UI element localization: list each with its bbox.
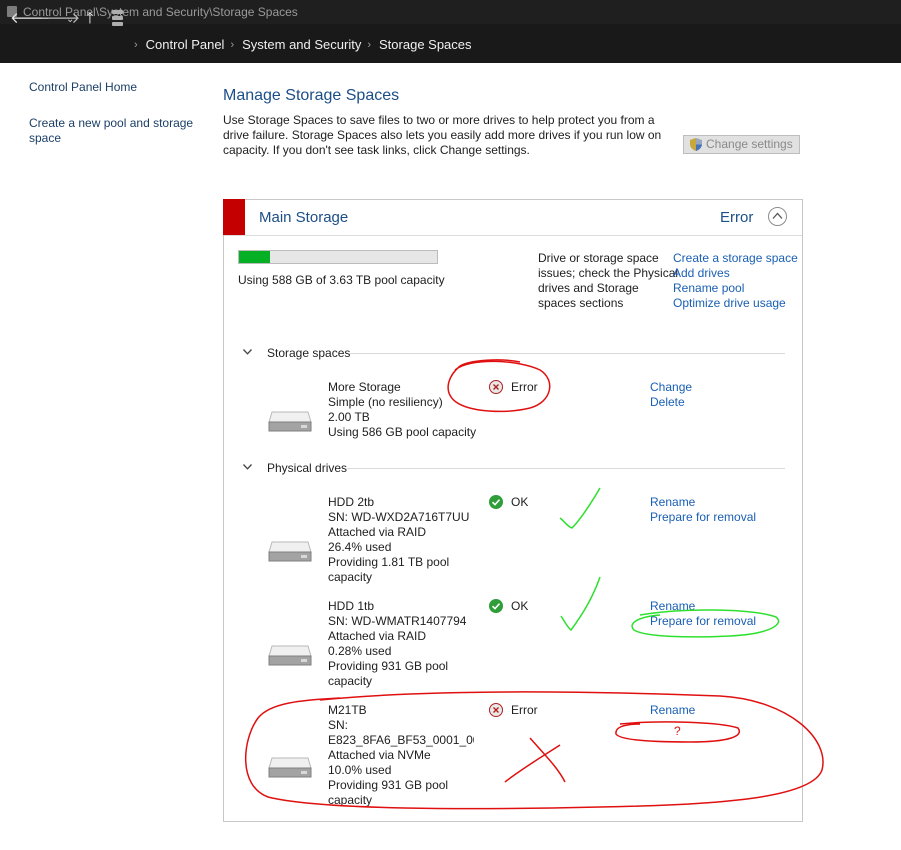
pool-warning: Drive or storage space issues; check the… [538, 251, 679, 310]
drive-used: 26.4% used [328, 540, 392, 554]
storage-spaces-icon [112, 10, 123, 27]
sidebar-item-control-panel-home[interactable]: Control Panel Home [29, 80, 137, 95]
error-icon [489, 380, 503, 394]
drive-serial: SN: WD-WXD2A716T7UU [328, 510, 470, 524]
drive-attachment: Attached via RAID [328, 629, 427, 643]
breadcrumb-system-and-security[interactable]: System and Security [242, 37, 361, 52]
drive-icon [268, 645, 312, 666]
pool-header-divider [224, 235, 802, 236]
pool-tasks: Create a storage space Add drives Rename… [673, 251, 798, 311]
error-icon [489, 703, 503, 717]
page-title: Manage Storage Spaces [223, 87, 400, 104]
drive-used: 10.0% used [328, 763, 392, 777]
drive-icon [268, 757, 312, 778]
drive-serial: SN: WD-WMATR1407794 [328, 614, 467, 628]
delete-link[interactable]: Delete [650, 395, 692, 410]
drive-icon [268, 541, 312, 562]
storage-spaces-header: Storage spaces [267, 346, 351, 360]
drive-attachment: Attached via NVMe [328, 748, 431, 762]
pool-status: Error [720, 209, 754, 226]
breadcrumb-control-panel[interactable]: Control Panel [146, 37, 225, 52]
uac-shield-icon [690, 138, 702, 151]
chevron-down-icon[interactable] [243, 464, 252, 470]
drive-actions: Rename [650, 703, 695, 718]
pool-usage-bar [238, 250, 438, 264]
add-drives-link[interactable]: Add drives [673, 266, 798, 281]
drive-attachment: Attached via RAID [328, 525, 427, 539]
section-divider [349, 353, 785, 354]
storage-space-status: Error [489, 380, 538, 395]
status-text: OK [511, 495, 529, 509]
sidebar-item-create-pool[interactable]: Create a new pool and storage space [29, 116, 204, 146]
pool-error-bar [223, 199, 245, 235]
drive-details: HDD 2tb SN: WD-WXD2A716T7UU Attached via… [328, 495, 478, 585]
drive-actions: Rename Prepare for removal [650, 495, 756, 525]
storage-space-size: 2.00 TB [328, 410, 370, 424]
storage-space-name: More Storage [328, 380, 401, 394]
drive-actions: Rename Prepare for removal [650, 599, 756, 629]
drive-icon [268, 411, 312, 432]
physical-drives-header: Physical drives [267, 461, 348, 475]
storage-space-actions: Change Delete [650, 380, 692, 410]
drive-capacity: Providing 931 GB pool [328, 659, 449, 673]
drive-serial-label: SN: [328, 718, 349, 732]
breadcrumb: › Control Panel › System and Security › Stora… [128, 36, 472, 52]
drive-capacity-cont: capacity [328, 674, 373, 688]
storage-space-resiliency: Simple (no resiliency) [328, 395, 443, 409]
status-text: Error [511, 703, 538, 717]
title-bar: Control Panel\System and Security\Storag… [0, 0, 901, 24]
chevron-up-icon [772, 212, 783, 219]
chevron-down-icon[interactable] [243, 349, 252, 355]
drive-name: M21TB [328, 703, 367, 717]
prepare-for-removal-link[interactable]: Prepare for removal [650, 614, 756, 629]
drive-status: Error [489, 703, 538, 718]
breadcrumb-storage-spaces[interactable]: Storage Spaces [379, 37, 472, 52]
drive-used: 0.28% used [328, 644, 392, 658]
pool-name: Main Storage [259, 209, 349, 226]
section-divider [347, 468, 785, 469]
storage-space-usage: Using 586 GB pool capacity [328, 425, 477, 439]
drive-details: M21TB SN: E823_8FA6_BF53_0001_001B_ Atta… [328, 703, 474, 808]
drive-capacity-cont: capacity [328, 570, 373, 584]
status-text: OK [511, 599, 529, 613]
breadcrumb-separator: › [367, 38, 372, 51]
change-settings-label: Change settings [706, 137, 793, 151]
pool-usage-text: Using 588 GB of 3.63 TB pool capacity [238, 273, 445, 287]
prepare-for-removal-link[interactable]: Prepare for removal [650, 510, 756, 525]
rename-link[interactable]: Rename [650, 495, 756, 510]
ok-check-icon [489, 599, 503, 613]
rename-pool-link[interactable]: Rename pool [673, 281, 798, 296]
change-settings-button[interactable]: Change settings [683, 135, 800, 154]
breadcrumb-separator: › [134, 38, 138, 51]
drive-status: OK [489, 599, 528, 614]
drive-details: HDD 1tb SN: WD-WMATR1407794 Attached via… [328, 599, 478, 689]
rename-link[interactable]: Rename [650, 599, 756, 614]
drive-capacity: Providing 1.81 TB pool [328, 555, 450, 569]
recent-locations-chevron-icon[interactable]: ⌄ [66, 10, 74, 30]
rename-link[interactable]: Rename [650, 703, 695, 718]
optimize-drive-usage-link[interactable]: Optimize drive usage [673, 296, 798, 311]
status-text: Error [511, 380, 538, 394]
drive-name: HDD 1tb [328, 599, 375, 613]
drive-name: HDD 2tb [328, 495, 375, 509]
pool-usage-fill [239, 251, 271, 263]
page-description: Use Storage Spaces to save files to two … [223, 113, 662, 157]
drive-serial: E823_8FA6_BF53_0001_001B_ [328, 733, 474, 747]
drive-status: OK [489, 495, 528, 510]
change-link[interactable]: Change [650, 380, 692, 395]
drive-capacity: Providing 931 GB pool [328, 778, 449, 792]
collapse-pool-button[interactable] [768, 207, 787, 226]
drive-capacity-cont: capacity [328, 793, 373, 807]
storage-space-details: More Storage Simple (no resiliency) 2.00… [328, 380, 478, 440]
ok-check-icon [489, 495, 503, 509]
create-storage-space-link[interactable]: Create a storage space [673, 251, 798, 266]
breadcrumb-separator: › [230, 38, 235, 51]
up-arrow-icon[interactable]: 🡑 [86, 9, 94, 29]
